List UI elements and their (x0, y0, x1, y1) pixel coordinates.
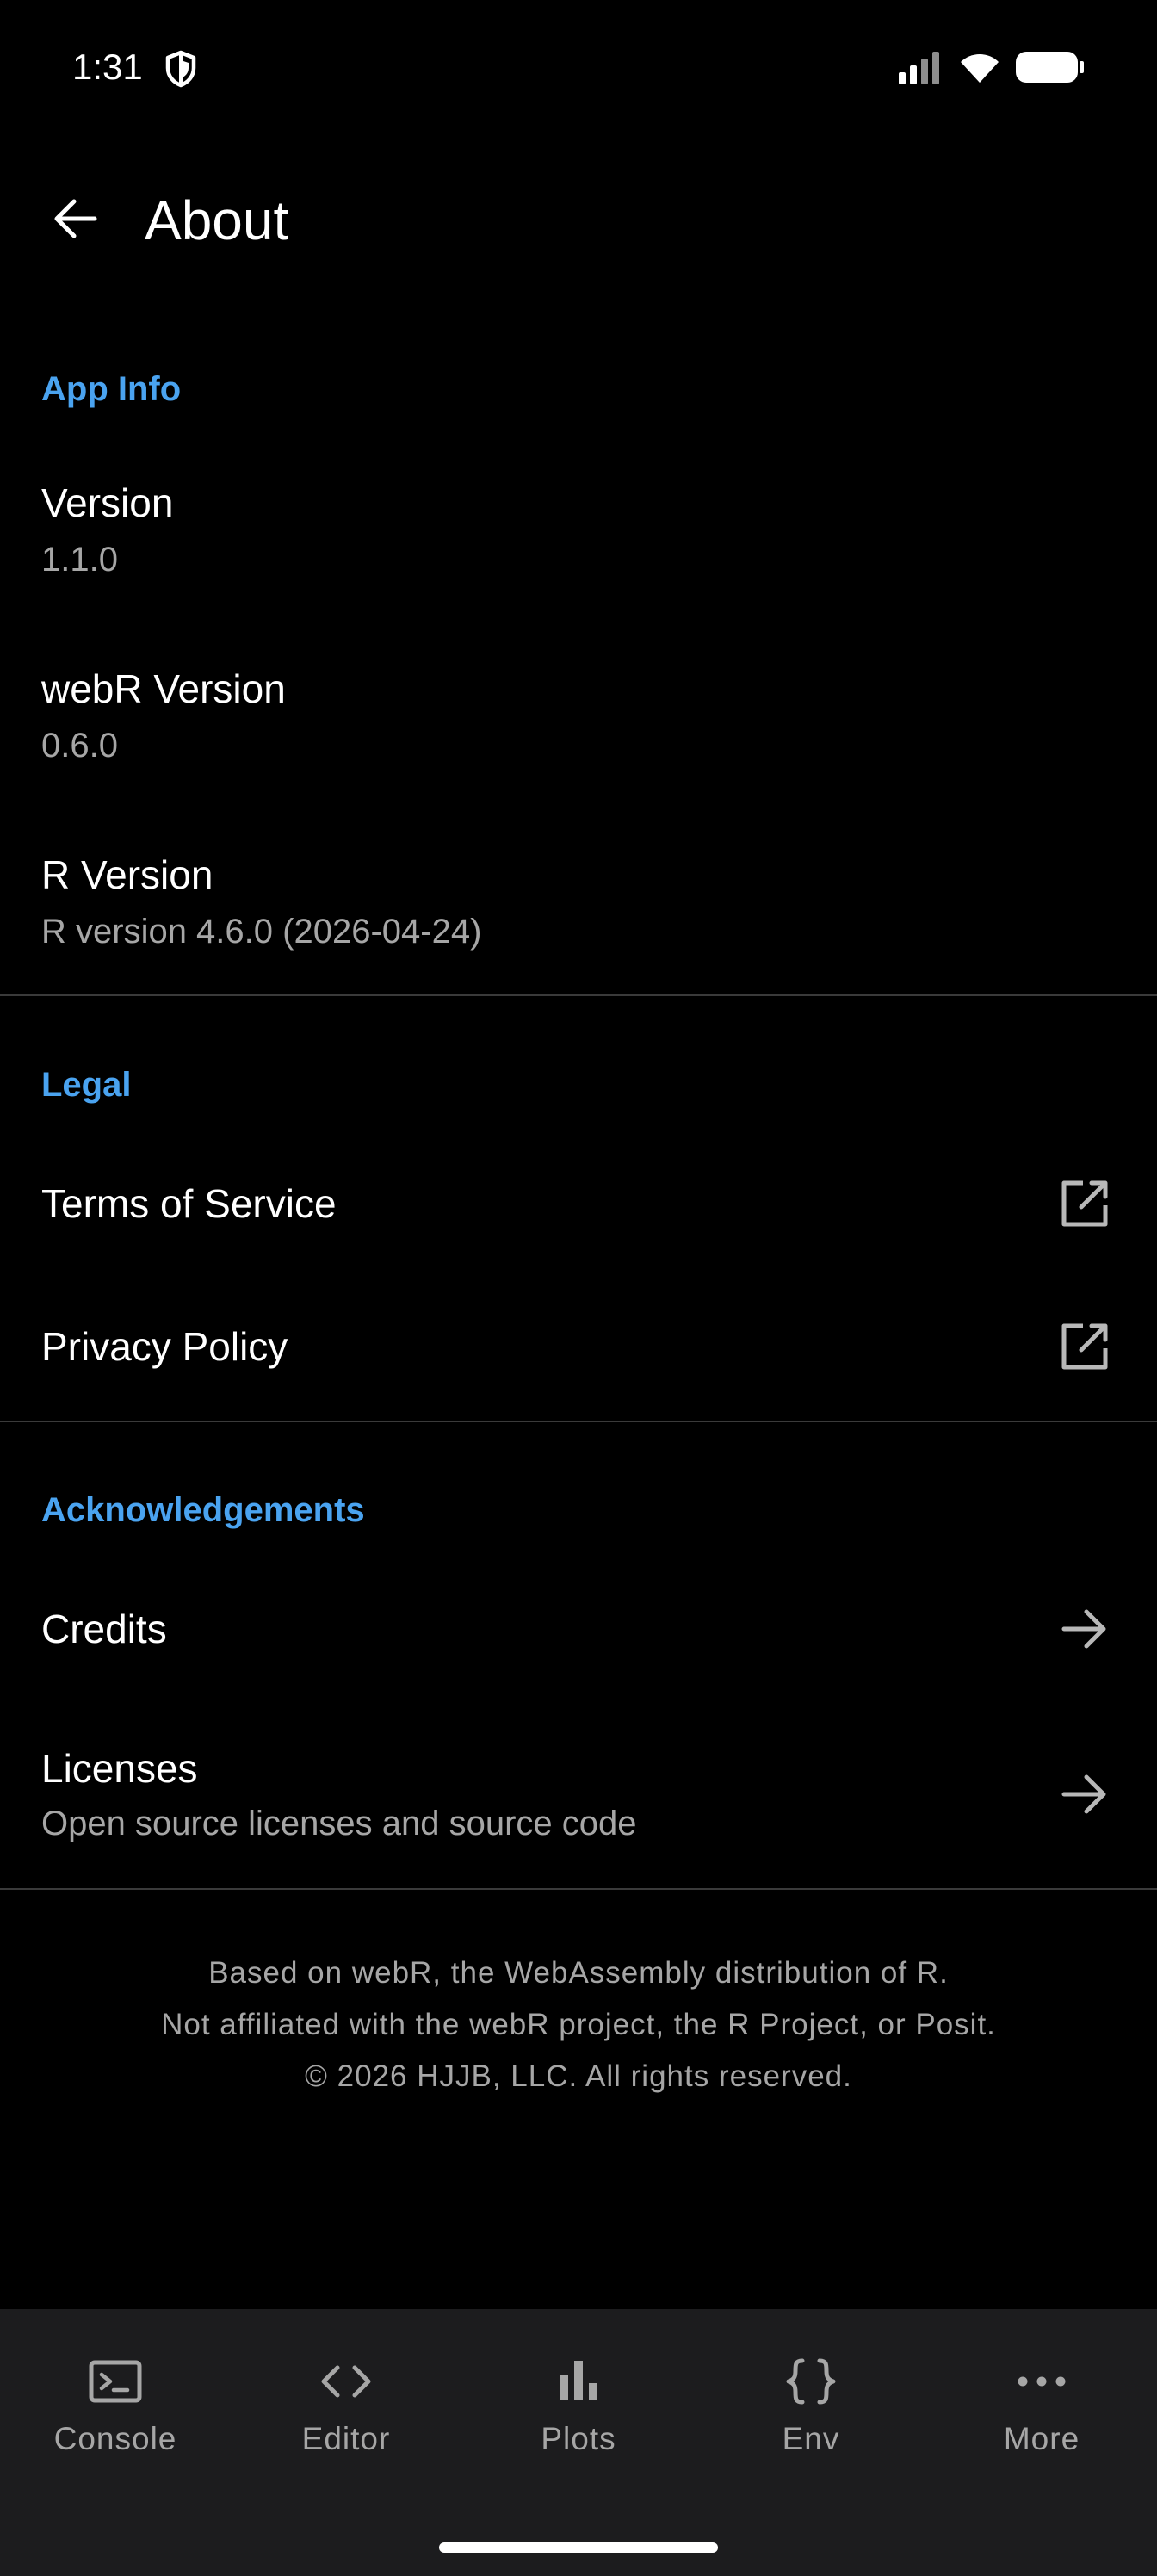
divider (0, 1421, 1157, 1422)
wifi-icon (961, 54, 999, 83)
section-header-acknowledgements: Acknowledgements (41, 1491, 365, 1529)
status-bar: 1:31 (0, 0, 1157, 134)
section-header-legal: Legal (41, 1066, 132, 1104)
arrow-forward-icon (1061, 1609, 1106, 1649)
licenses-item[interactable]: Licenses Open source licenses and source… (0, 1722, 1157, 1877)
shield-icon (165, 50, 196, 88)
bar-chart-icon (560, 2361, 597, 2400)
r-version-item[interactable]: R Version R version 4.6.0 (2026-04-24) (0, 837, 1157, 975)
terminal-icon (89, 2360, 142, 2403)
arrow-forward-icon (1061, 1774, 1106, 1814)
nav-item-editor[interactable]: Editor (231, 2309, 461, 2481)
divider (0, 1888, 1157, 1890)
privacy-policy-item[interactable]: Privacy Policy (0, 1297, 1157, 1398)
back-button[interactable] (38, 181, 114, 257)
home-indicator[interactable] (439, 2542, 718, 2553)
status-icons (899, 48, 1085, 86)
page-title: About (145, 189, 289, 251)
nav-item-plots[interactable]: Plots (463, 2309, 694, 2481)
status-time: 1:31 (72, 46, 143, 87)
arrow-back-icon (54, 199, 97, 238)
r-version-value: R version 4.6.0 (2026-04-24) (41, 913, 482, 951)
webr-version-item[interactable]: webR Version 0.6.0 (0, 651, 1157, 789)
nav-label-env: Env (782, 2421, 840, 2456)
code-icon (321, 2365, 371, 2398)
terms-of-service-title: Terms of Service (41, 1181, 337, 1226)
divider (0, 994, 1157, 996)
nav-item-console[interactable]: Console (0, 2309, 231, 2481)
nav-label-editor: Editor (301, 2421, 391, 2456)
battery-icon (1016, 52, 1084, 83)
credits-title: Credits (41, 1607, 167, 1651)
nav-label-plots: Plots (541, 2421, 616, 2456)
r-version-title: R Version (41, 852, 213, 897)
nav-item-env[interactable]: Env (696, 2309, 926, 2481)
more-horiz-icon (1018, 2376, 1066, 2387)
open-in-new-icon (1061, 1180, 1108, 1227)
signal-icon (899, 52, 939, 84)
credits-item[interactable]: Credits (0, 1579, 1157, 1681)
terms-of-service-item[interactable]: Terms of Service (0, 1154, 1157, 1255)
nav-label-console: Console (53, 2421, 177, 2456)
version-item[interactable]: Version 1.1.0 (0, 465, 1157, 603)
webr-version-title: webR Version (41, 666, 286, 711)
open-in-new-icon (1061, 1323, 1108, 1370)
section-header-app-info: App Info (41, 370, 182, 408)
footer-line-2: Not affiliated with the webR project, th… (161, 2008, 996, 2041)
footer-line-1: Based on webR, the WebAssembly distribut… (208, 1956, 949, 1990)
privacy-policy-title: Privacy Policy (41, 1324, 288, 1369)
footer-line-3: © 2026 HJJB, LLC. All rights reserved. (305, 2059, 852, 2093)
nav-label-more: More (1003, 2421, 1080, 2456)
version-title: Version (41, 480, 174, 525)
licenses-title: Licenses (41, 1746, 198, 1791)
braces-icon (786, 2358, 836, 2405)
nav-item-more[interactable]: More (926, 2309, 1157, 2481)
app-bar: About (0, 160, 1157, 281)
licenses-summary: Open source licenses and source code (41, 1805, 637, 1842)
bottom-navigation: Console Editor Plots Env More (0, 2309, 1157, 2576)
webr-version-value: 0.6.0 (41, 727, 118, 765)
version-value: 1.1.0 (41, 541, 118, 579)
